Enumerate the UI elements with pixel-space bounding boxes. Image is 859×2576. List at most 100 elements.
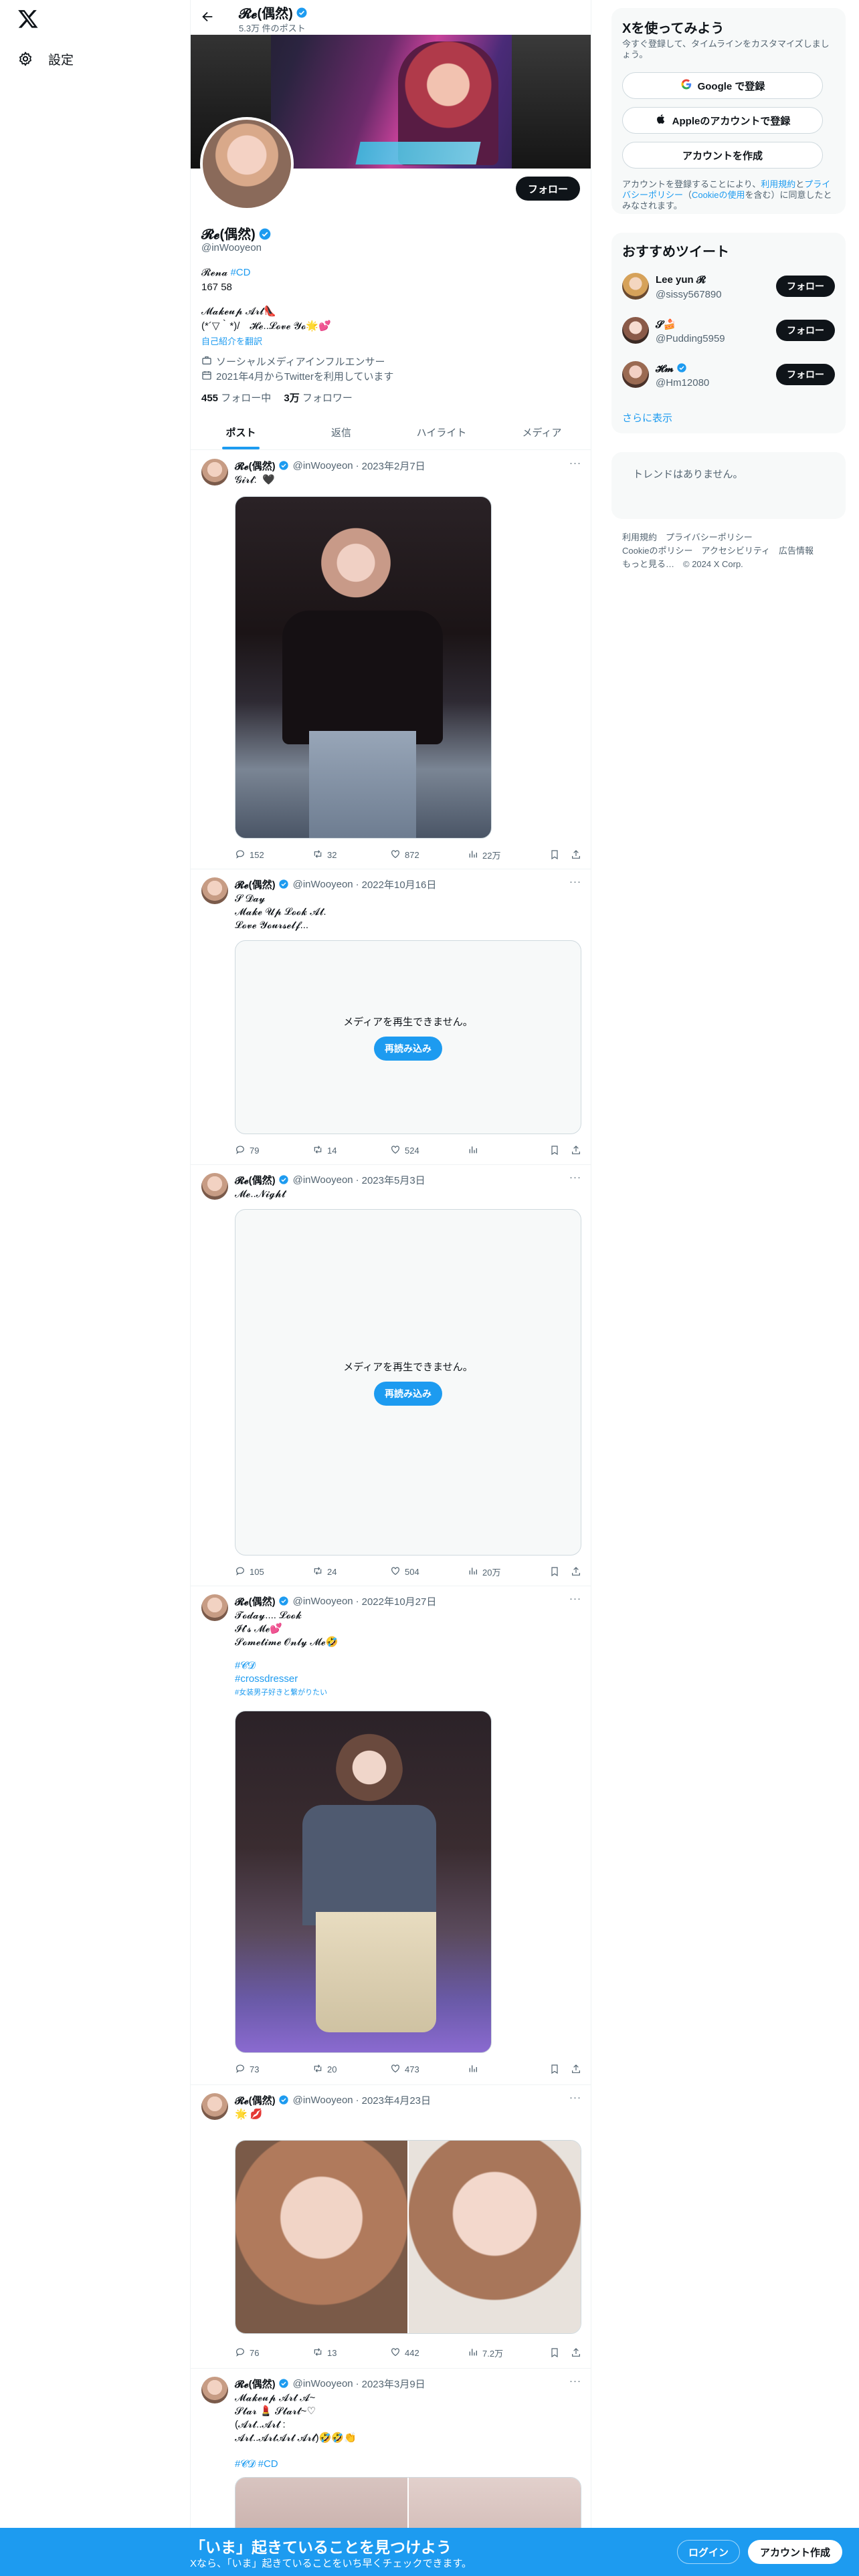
- like-button[interactable]: 524: [390, 1144, 468, 1157]
- reply-button[interactable]: 152: [235, 849, 312, 861]
- tab-media[interactable]: メディア: [492, 415, 591, 449]
- tab-highlights[interactable]: ハイライト: [391, 415, 492, 449]
- avatar[interactable]: [622, 361, 649, 388]
- views-button[interactable]: 7.2万: [468, 2347, 545, 2359]
- tweet-date[interactable]: 2023年3月9日: [362, 2377, 425, 2391]
- tweet-date[interactable]: 2023年5月3日: [362, 1173, 425, 1187]
- like-button[interactable]: 442: [390, 2347, 468, 2359]
- tweet-image[interactable]: [235, 496, 492, 839]
- follow-button[interactable]: フォロー: [776, 320, 835, 341]
- more-icon[interactable]: ···: [569, 2092, 581, 2103]
- more-icon[interactable]: ···: [569, 876, 581, 887]
- share-icon[interactable]: [571, 1566, 581, 1577]
- follow-button[interactable]: フォロー: [776, 276, 835, 297]
- x-logo-icon[interactable]: [17, 8, 41, 32]
- like-button[interactable]: 872: [390, 849, 468, 861]
- tweet-image[interactable]: [409, 2141, 581, 2333]
- tweet-author[interactable]: 𝓡𝓮(偶然): [235, 1594, 276, 1608]
- terms-link[interactable]: 利用規約: [761, 179, 795, 189]
- like-button[interactable]: 504: [390, 1566, 468, 1578]
- tweet-date[interactable]: 2023年2月7日: [362, 459, 425, 473]
- retweet-button[interactable]: 32: [312, 849, 390, 861]
- avatar[interactable]: [201, 877, 228, 904]
- apple-signup-button[interactable]: Appleのアカウントで登録: [622, 107, 823, 134]
- login-button[interactable]: ログイン: [677, 2540, 741, 2564]
- tweet-author[interactable]: 𝓡𝓮(偶然): [235, 459, 276, 473]
- wtf-name[interactable]: 𝓗𝓶: [656, 363, 674, 374]
- footer-line[interactable]: Cookieのポリシー アクセシビリティ 広告情報: [622, 544, 836, 558]
- avatar[interactable]: [201, 2093, 228, 2120]
- reload-button[interactable]: 再読み込み: [374, 1036, 442, 1061]
- tweet-image[interactable]: [235, 2141, 407, 2333]
- reload-button[interactable]: 再読み込み: [374, 1381, 442, 1406]
- wtf-name[interactable]: Lee yun 𝓡: [656, 274, 706, 286]
- avatar[interactable]: [201, 2377, 228, 2403]
- tweet-author[interactable]: 𝓡𝓮(偶然): [235, 1173, 276, 1187]
- tweet[interactable]: 𝓡𝓮(偶然) @inWooyeon · 2022年10月16日 ··· 𝓢 𝓓𝓪𝔂 𝓜…: [191, 869, 591, 1165]
- translate-bio-link[interactable]: 自己紹介を翻訳: [201, 334, 262, 347]
- bookmark-icon[interactable]: [549, 849, 560, 860]
- more-icon[interactable]: ···: [569, 1593, 581, 1604]
- reply-button[interactable]: 105: [235, 1566, 312, 1578]
- bookmark-icon[interactable]: [549, 1145, 560, 1156]
- google-signup-button[interactable]: Google で登録: [622, 72, 823, 99]
- tab-posts[interactable]: ポスト: [191, 415, 291, 449]
- hashtag-link[interactable]: #𝓒𝓓: [235, 1660, 255, 1671]
- share-icon[interactable]: [571, 2064, 581, 2074]
- tweet-image[interactable]: [235, 1711, 492, 2053]
- tweet[interactable]: 𝓡𝓮(偶然) @inWooyeon · 2023年5月3日 ··· 𝓜𝓮..𝓝𝓲𝓰𝓱𝓽…: [191, 1165, 591, 1586]
- wtf-user[interactable]: Lee yun 𝓡 @sissy567890 フォロー: [622, 269, 835, 304]
- retweet-button[interactable]: 20: [312, 2063, 390, 2076]
- tweet-author[interactable]: 𝓡𝓮(偶然): [235, 877, 276, 891]
- cookie-link[interactable]: Cookieの使用: [692, 190, 745, 200]
- hashtag-link[interactable]: #女装男子好きと繋がりたい: [235, 1687, 327, 1697]
- reply-button[interactable]: 79: [235, 1144, 312, 1157]
- views-button[interactable]: 22万: [468, 849, 545, 861]
- share-icon[interactable]: [571, 1145, 581, 1156]
- follow-button[interactable]: フォロー: [515, 177, 580, 201]
- views-button[interactable]: [468, 1144, 545, 1157]
- views-button[interactable]: 20万: [468, 1566, 545, 1578]
- tweet[interactable]: 𝓡𝓮(偶然) @inWooyeon · 2023年2月7日 ··· 𝓖𝓲𝓻𝓵: 🖤 1…: [191, 451, 591, 869]
- hashtag-link[interactable]: #crossdresser: [235, 1673, 298, 1685]
- following-link[interactable]: 455 フォロー中: [201, 393, 271, 404]
- back-arrow-icon[interactable]: [200, 9, 216, 25]
- tweet-author[interactable]: 𝓡𝓮(偶然): [235, 2093, 276, 2107]
- views-button[interactable]: [468, 2063, 545, 2076]
- hashtag-link[interactable]: #𝓒𝓓 #CD: [235, 2458, 278, 2470]
- more-icon[interactable]: ···: [569, 457, 581, 469]
- tab-replies[interactable]: 返信: [291, 415, 391, 449]
- bookmark-icon[interactable]: [549, 2064, 560, 2074]
- wtf-user[interactable]: 𝓗𝓶 @Hm12080 フォロー: [622, 357, 835, 392]
- tweet-author[interactable]: 𝓡𝓮(偶然): [235, 2377, 276, 2391]
- more-icon[interactable]: ···: [569, 2375, 581, 2387]
- tweet-date[interactable]: 2023年4月23日: [362, 2093, 431, 2107]
- footer-line[interactable]: もっと見る… © 2024 X Corp.: [622, 558, 836, 571]
- tweet-date[interactable]: 2022年10月16日: [362, 877, 437, 891]
- avatar[interactable]: [201, 459, 228, 486]
- nav-settings[interactable]: 設定: [17, 47, 74, 71]
- retweet-button[interactable]: 13: [312, 2347, 390, 2359]
- avatar[interactable]: [201, 1173, 228, 1200]
- profile-avatar[interactable]: [200, 117, 294, 211]
- avatar[interactable]: [622, 273, 649, 300]
- share-icon[interactable]: [571, 2347, 581, 2358]
- retweet-button[interactable]: 24: [312, 1566, 390, 1578]
- bio-hashtag[interactable]: #CD: [230, 267, 250, 278]
- follow-button[interactable]: フォロー: [776, 364, 835, 385]
- retweet-button[interactable]: 14: [312, 1144, 390, 1157]
- avatar[interactable]: [201, 1594, 228, 1621]
- show-more-link[interactable]: さらに表示: [622, 411, 672, 425]
- tweet[interactable]: 𝓡𝓮(偶然) @inWooyeon · 2022年10月27日 ··· 𝓣𝓸𝓭𝓪𝔂..…: [191, 1586, 591, 2085]
- reply-button[interactable]: 76: [235, 2347, 312, 2359]
- tweet[interactable]: 𝓡𝓮(偶然) @inWooyeon · 2023年4月23日 ··· 🌟 💋 76 1…: [191, 2085, 591, 2369]
- signup-button[interactable]: アカウント作成: [748, 2540, 843, 2564]
- more-icon[interactable]: ···: [569, 1172, 581, 1183]
- reply-button[interactable]: 73: [235, 2063, 312, 2076]
- tweet-date[interactable]: 2022年10月27日: [362, 1594, 437, 1608]
- create-account-button[interactable]: アカウントを作成: [622, 142, 823, 169]
- wtf-user[interactable]: 𝓢🍰 @Pudding5959 フォロー: [622, 313, 835, 348]
- avatar[interactable]: [622, 317, 649, 344]
- wtf-name[interactable]: 𝓢🍰: [656, 318, 676, 330]
- bookmark-icon[interactable]: [549, 1566, 560, 1577]
